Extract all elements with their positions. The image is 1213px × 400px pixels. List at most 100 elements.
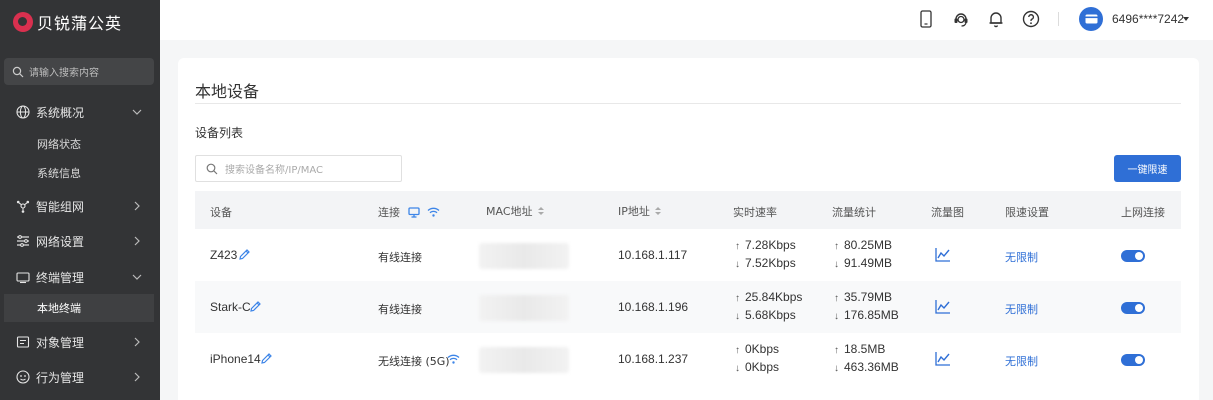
help-icon[interactable] (1021, 9, 1041, 29)
divider (195, 103, 1181, 104)
column-traffic-stats: 流量统计 (832, 206, 876, 219)
connection-type: 有线连接 (378, 251, 422, 264)
traffic-stats: ↑ 18.5MB ↓ 463.36MB (834, 341, 899, 377)
mac-address-masked (479, 243, 569, 269)
chevron-right-icon (134, 337, 140, 347)
rate-down: 7.52Kbps (745, 256, 796, 270)
wired-filter-icon[interactable] (408, 206, 420, 218)
mac-address-masked (479, 295, 569, 321)
down-arrow-icon: ↓ (834, 363, 839, 374)
local-devices-card: 本地设备 设备列表 搜索设备名称/IP/MAC 一键限速 设备 连接 MAC地址… (178, 58, 1199, 400)
column-realtime-rate: 实时速率 (733, 206, 777, 219)
ip-address: 10.168.1.237 (618, 352, 689, 366)
table-row: Stark-C 有线连接 10.168.1.196 ↑ 25.84Kbps ↓ 5.… (195, 281, 1181, 333)
card-icon (1085, 14, 1097, 24)
chevron-down-icon (132, 109, 142, 115)
chevron-right-icon (134, 372, 140, 382)
traffic-up: 18.5MB (844, 342, 886, 356)
sidebar-item-label: 智能组网 (36, 199, 85, 214)
sidebar-search-input[interactable]: 请输入搜索内容 (4, 58, 154, 85)
limit-setting-link[interactable]: 无限制 (1005, 353, 1038, 369)
internet-access-toggle[interactable] (1121, 354, 1145, 366)
sidebar-item-terminal-management[interactable]: 终端管理 (0, 262, 160, 292)
device-name: Stark-C (210, 300, 251, 314)
limit-setting-link[interactable]: 无限制 (1005, 301, 1038, 317)
brand-logo[interactable]: 贝锐蒲公英 (0, 0, 160, 44)
user-menu-caret-icon[interactable] (1183, 17, 1189, 21)
customer-service-icon[interactable] (951, 9, 971, 29)
column-ip[interactable]: IP地址 (618, 203, 661, 219)
sidebar-subitem-system-info[interactable]: 系统信息 (0, 159, 160, 187)
device-search-input[interactable]: 搜索设备名称/IP/MAC (195, 155, 402, 182)
sort-icon[interactable] (537, 207, 544, 215)
brand-mark-icon (13, 12, 33, 32)
line-chart-icon[interactable] (935, 299, 951, 314)
search-icon (206, 163, 218, 174)
connection-type: 有线连接 (378, 303, 422, 316)
behavior-icon (16, 370, 30, 384)
traffic-stats: ↑ 35.79MB ↓ 176.85MB (834, 289, 899, 325)
column-traffic-chart: 流量图 (931, 206, 964, 219)
chevron-right-icon (134, 236, 140, 246)
username[interactable]: 6496****7242 (1112, 12, 1184, 26)
mobile-phone-icon[interactable] (916, 9, 936, 29)
traffic-up: 80.25MB (844, 238, 893, 252)
line-chart-icon[interactable] (935, 247, 951, 262)
sidebar: 贝锐蒲公英 请输入搜索内容 系统概况 网络状态 系统信息 智能组网 网络设置 终… (0, 0, 160, 400)
table-header: 设备 连接 MAC地址 IP地址 实时速率 流量统计 流量图 限速设置 上网连接 (195, 191, 1181, 229)
chevron-right-icon (134, 201, 140, 211)
limit-setting-link[interactable]: 无限制 (1005, 249, 1038, 265)
sidebar-subitem-network-status[interactable]: 网络状态 (0, 130, 160, 158)
page-title: 本地设备 (195, 82, 260, 101)
column-internet-access: 上网连接 (1121, 206, 1165, 219)
column-limit-settings: 限速设置 (1005, 206, 1049, 219)
sidebar-item-label: 系统概况 (36, 105, 85, 120)
up-arrow-icon: ↑ (834, 241, 839, 252)
rate-down: 5.68Kbps (745, 308, 796, 322)
internet-access-toggle[interactable] (1121, 302, 1145, 314)
sidebar-item-smart-network[interactable]: 智能组网 (0, 191, 160, 221)
one-click-limit-button[interactable]: 一键限速 (1114, 155, 1181, 182)
sort-icon[interactable] (654, 207, 661, 215)
internet-access-toggle[interactable] (1121, 250, 1145, 262)
sidebar-item-system-overview[interactable]: 系统概况 (0, 97, 160, 127)
column-mac[interactable]: MAC地址 (486, 203, 544, 219)
down-arrow-icon: ↓ (735, 363, 740, 374)
sidebar-search-placeholder: 请输入搜索内容 (29, 68, 99, 79)
traffic-up: 35.79MB (844, 290, 893, 304)
wifi-filter-icon[interactable] (427, 207, 440, 217)
section-title: 设备列表 (195, 126, 244, 140)
rate-down: 0Kbps (745, 360, 780, 374)
search-icon (12, 66, 24, 77)
network-icon (16, 199, 30, 213)
connection-type: 无线连接 (5G) (378, 355, 450, 368)
avatar[interactable] (1079, 7, 1103, 31)
rate-up: 25.84Kbps (745, 290, 803, 304)
down-arrow-icon: ↓ (834, 311, 839, 322)
notification-bell-icon[interactable] (986, 9, 1006, 29)
sidebar-subitem-local-terminal[interactable]: 本地终端 (4, 294, 154, 322)
traffic-stats: ↑ 80.25MB ↓ 91.49MB (834, 237, 892, 273)
sidebar-item-network-settings[interactable]: 网络设置 (0, 226, 160, 256)
chevron-down-icon (132, 274, 142, 280)
edit-icon[interactable] (249, 300, 262, 313)
realtime-rate: ↑ 7.28Kbps ↓ 7.52Kbps (735, 237, 796, 273)
wifi-icon (447, 354, 460, 364)
column-connection[interactable]: 连接 (378, 204, 440, 220)
sidebar-item-label: 终端管理 (36, 270, 85, 285)
sidebar-item-object-management[interactable]: 对象管理 (0, 327, 160, 357)
down-arrow-icon: ↓ (735, 259, 740, 270)
sidebar-item-label: 行为管理 (36, 370, 85, 385)
realtime-rate: ↑ 0Kbps ↓ 0Kbps (735, 341, 779, 377)
up-arrow-icon: ↑ (735, 241, 740, 252)
header-divider (1058, 12, 1059, 26)
sidebar-item-behavior-management[interactable]: 行为管理 (0, 362, 160, 392)
device-search-placeholder: 搜索设备名称/IP/MAC (225, 165, 323, 176)
edit-icon[interactable] (260, 352, 273, 365)
rate-up: 7.28Kbps (745, 238, 796, 252)
column-device: 设备 (210, 206, 232, 219)
line-chart-icon[interactable] (935, 351, 951, 366)
up-arrow-icon: ↑ (834, 345, 839, 356)
edit-icon[interactable] (238, 248, 251, 261)
down-arrow-icon: ↓ (834, 259, 839, 270)
